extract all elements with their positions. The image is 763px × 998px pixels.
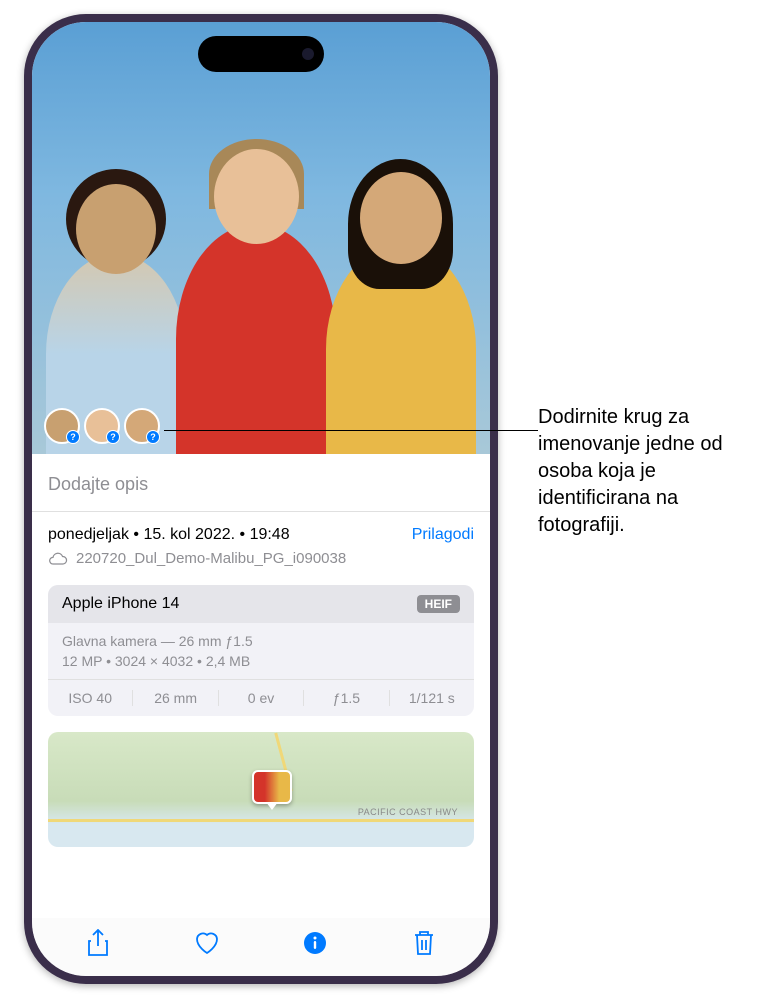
face-circle-2[interactable]: ? xyxy=(84,408,120,444)
focal-cell: 26 mm xyxy=(133,690,218,706)
callout-leader-line xyxy=(164,430,538,431)
bottom-toolbar xyxy=(32,918,490,976)
info-panel: Dodajte opis ponedjeljak • 15. kol 2022.… xyxy=(32,454,490,861)
ev-cell: 0 ev xyxy=(219,690,304,706)
format-badge: HEIF xyxy=(417,595,460,613)
date-text: ponedjeljak • 15. kol 2022. • 19:48 xyxy=(48,526,290,544)
date-row: ponedjeljak • 15. kol 2022. • 19:48 Pril… xyxy=(48,526,474,544)
unknown-face-badge-icon: ? xyxy=(66,430,80,444)
unknown-face-badge-icon: ? xyxy=(146,430,160,444)
info-icon xyxy=(303,931,327,955)
front-camera xyxy=(302,48,314,60)
caption-input[interactable]: Dodajte opis xyxy=(48,468,474,511)
cloud-icon xyxy=(48,552,68,566)
metadata-card: Apple iPhone 14 HEIF Glavna kamera — 26 … xyxy=(48,585,474,716)
share-button[interactable] xyxy=(76,921,120,965)
metadata-body: Glavna kamera — 26 mm ƒ1.5 12 MP • 3024 … xyxy=(48,623,474,679)
detected-faces-row: ? ? ? xyxy=(44,408,160,444)
map-road xyxy=(48,819,474,822)
metadata-header: Apple iPhone 14 HEIF xyxy=(48,585,474,623)
favorite-button[interactable] xyxy=(185,921,229,965)
location-map[interactable]: PACIFIC COAST HWY xyxy=(48,732,474,847)
trash-icon xyxy=(413,930,435,956)
filename-text: 220720_Dul_Demo-Malibu_PG_i090038 xyxy=(76,550,346,567)
divider xyxy=(32,511,490,512)
unknown-face-badge-icon: ? xyxy=(106,430,120,444)
person-3 xyxy=(326,244,476,454)
map-photo-pin[interactable] xyxy=(252,770,292,804)
callout-text: Dodirnite krug za imenovanje jedne od os… xyxy=(538,404,748,539)
share-icon xyxy=(87,929,109,957)
filename-row: 220720_Dul_Demo-Malibu_PG_i090038 xyxy=(48,550,474,567)
phone-frame: ? ? ? Dodajte opis ponedjeljak • 15. kol… xyxy=(24,14,498,984)
lens-info: Glavna kamera — 26 mm ƒ1.5 xyxy=(62,633,460,649)
iso-cell: ISO 40 xyxy=(48,690,133,706)
phone-screen: ? ? ? Dodajte opis ponedjeljak • 15. kol… xyxy=(32,22,490,976)
person-2 xyxy=(176,224,336,454)
shutter-cell: 1/121 s xyxy=(390,690,474,706)
aperture-cell: ƒ1.5 xyxy=(304,690,389,706)
delete-button[interactable] xyxy=(402,921,446,965)
photo-people xyxy=(32,114,490,454)
dynamic-island xyxy=(198,36,324,72)
specs-info: 12 MP • 3024 × 4032 • 2,4 MB xyxy=(62,653,460,669)
map-road-label: PACIFIC COAST HWY xyxy=(358,807,458,817)
metadata-footer: ISO 40 26 mm 0 ev ƒ1.5 1/121 s xyxy=(48,679,474,716)
photo-preview[interactable]: ? ? ? xyxy=(32,22,490,454)
face-circle-1[interactable]: ? xyxy=(44,408,80,444)
adjust-button[interactable]: Prilagodi xyxy=(412,526,474,544)
heart-icon xyxy=(194,931,220,955)
info-button[interactable] xyxy=(293,921,337,965)
face-circle-3[interactable]: ? xyxy=(124,408,160,444)
device-name: Apple iPhone 14 xyxy=(62,595,179,613)
